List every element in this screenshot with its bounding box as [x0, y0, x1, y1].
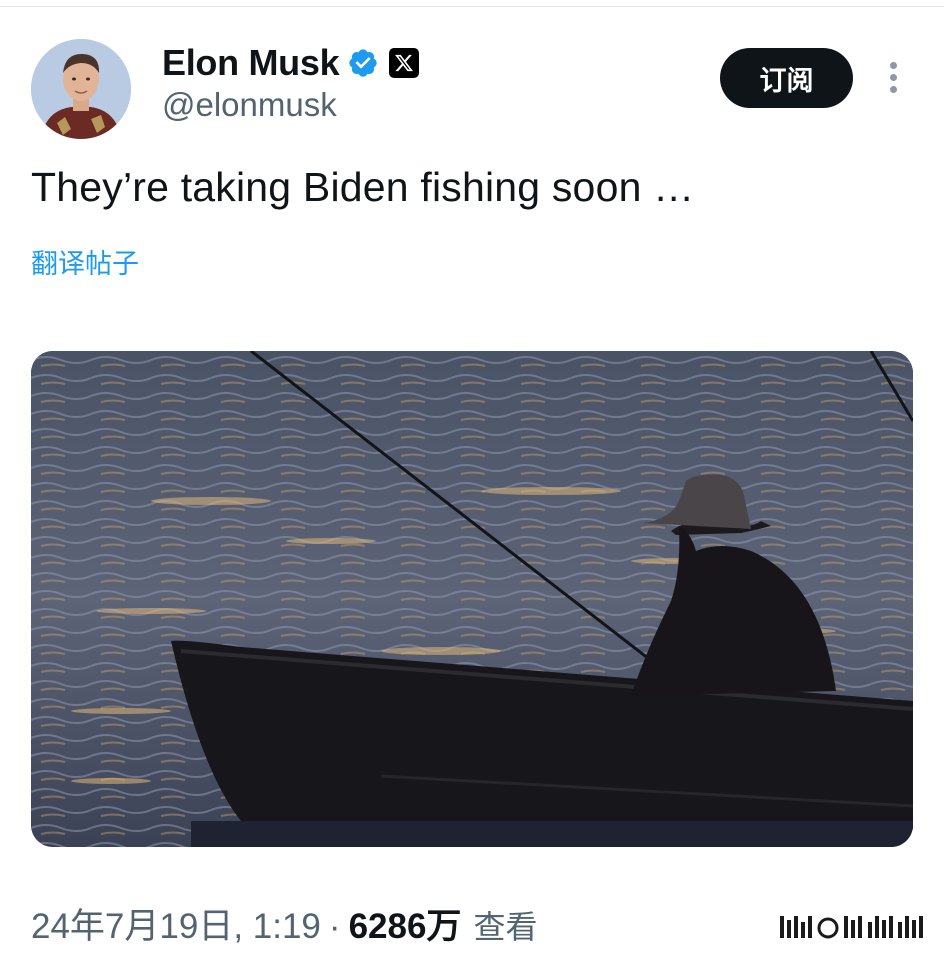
post-text: They’re taking Biden fishing soon …	[31, 164, 695, 210]
views-label: 查看	[473, 908, 538, 946]
translate-post-link[interactable]: 翻译帖子	[31, 242, 139, 281]
avatar[interactable]	[31, 39, 131, 139]
post-meta: 24年7月19日, 1:19 · 6286万 查看	[31, 898, 537, 949]
verified-badge-icon	[347, 47, 379, 79]
post-image[interactable]	[31, 351, 913, 847]
subscribe-button[interactable]: 订阅	[720, 48, 853, 108]
meta-separator: ·	[328, 907, 341, 946]
more-vertical-icon[interactable]	[885, 62, 901, 96]
x-logo-icon	[389, 48, 420, 78]
author-name[interactable]: Elon Musk	[162, 42, 340, 84]
author-handle[interactable]: @elonmusk	[162, 86, 337, 124]
top-divider	[0, 6, 944, 7]
post-timestamp[interactable]: 24年7月19日, 1:19	[31, 898, 321, 949]
views-count: 6286万	[348, 907, 462, 946]
watermark-icon	[780, 914, 925, 940]
author-name-row: Elon Musk	[162, 40, 420, 86]
